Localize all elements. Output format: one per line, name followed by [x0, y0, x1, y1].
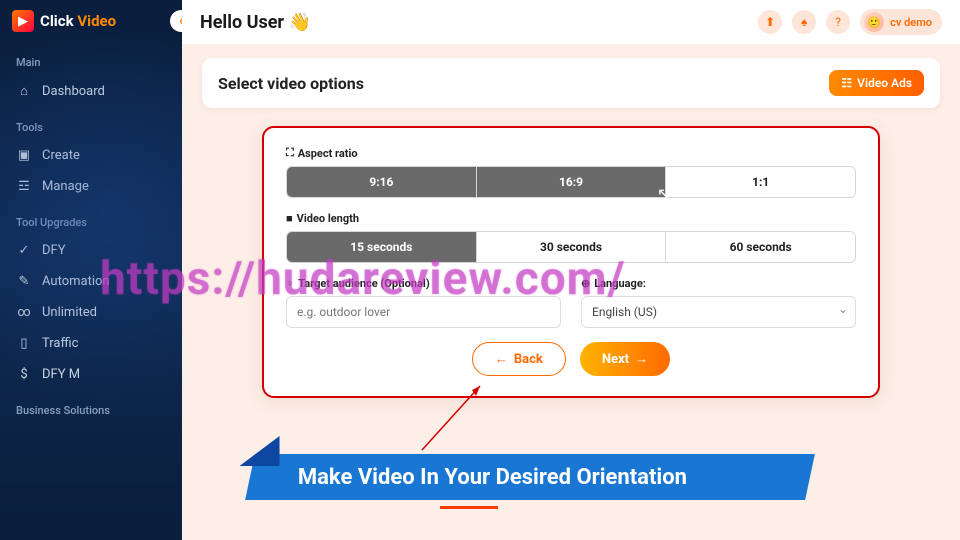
callout-text: Make Video In Your Desired Orientation: [250, 465, 687, 490]
aspect-ratio-segment: 9:16 16:9 1:1: [286, 166, 856, 198]
sidebar: ▶ Click Video ‹ Main ⌂ Dashboard Tools ▣…: [0, 0, 182, 540]
audience-input[interactable]: [286, 296, 561, 328]
next-button[interactable]: Next →: [580, 342, 670, 376]
camera-icon: ▣: [16, 148, 32, 163]
logo-text: Click Video: [40, 12, 116, 30]
sidebar-item-label: Manage: [42, 179, 89, 194]
page-title-row: Select video options ☷ Video Ads: [202, 58, 940, 108]
aspect-9-16[interactable]: 9:16: [287, 167, 477, 197]
infinity-icon: ∞: [16, 305, 32, 320]
audience-label: ♀ Target audience (Optional): [286, 277, 561, 290]
traffic-icon: ▯: [16, 336, 32, 351]
video-length-segment: 15 seconds 30 seconds 60 seconds: [286, 231, 856, 263]
aspect-1-1[interactable]: 1:1: [666, 167, 855, 197]
length-30[interactable]: 30 seconds: [477, 232, 667, 262]
language-label: ⊕ Language:: [581, 277, 856, 290]
arrow-up-icon: ⬆: [765, 15, 775, 29]
user-name: cv demo: [890, 16, 932, 29]
sidebar-item-automation[interactable]: ✎ Automation: [0, 266, 182, 297]
sidebar-item-unlimited[interactable]: ∞ Unlimited: [0, 297, 182, 328]
help-button[interactable]: ?: [826, 10, 850, 34]
globe-icon: ⊕: [581, 277, 590, 290]
topbar: Hello User 👋 ⬆ ♠ ? 🙂 cv demo: [182, 0, 960, 44]
list-icon: ☲: [16, 179, 32, 194]
badge-label: Video Ads: [857, 76, 912, 90]
arrow-left-icon: ←: [495, 351, 508, 367]
sidebar-item-traffic[interactable]: ▯ Traffic: [0, 328, 182, 359]
gift-button[interactable]: ♠: [792, 10, 816, 34]
sidebar-item-label: Create: [42, 148, 80, 163]
logo-mark-icon: ▶: [12, 10, 34, 32]
list-icon: ☷: [841, 76, 852, 90]
home-icon: ⌂: [16, 83, 32, 99]
sidebar-item-manage[interactable]: ☲ Manage: [0, 171, 182, 202]
check-icon: ✓: [16, 243, 32, 258]
main: Hello User 👋 ⬆ ♠ ? 🙂 cv demo Select vide…: [182, 0, 960, 540]
sidebar-item-dashboard[interactable]: ⌂ Dashboard: [0, 75, 182, 107]
logo: ▶ Click Video ‹: [0, 0, 182, 42]
expand-icon: ⛶: [286, 146, 294, 160]
options-panel: ⛶ Aspect ratio 9:16 16:9 1:1 ■ Video len…: [262, 126, 880, 398]
gift-icon: ♠: [801, 15, 807, 29]
length-15[interactable]: 15 seconds: [287, 232, 477, 262]
greeting: Hello User 👋: [200, 12, 311, 33]
user-menu[interactable]: 🙂 cv demo: [860, 9, 942, 35]
sidebar-item-create[interactable]: ▣ Create: [0, 140, 182, 171]
dollar-icon: $: [16, 367, 32, 382]
back-button[interactable]: ← Back: [472, 342, 566, 376]
sidebar-section-main: Main: [0, 42, 182, 75]
sidebar-item-label: Traffic: [42, 336, 78, 351]
sidebar-section-tools: Tools: [0, 107, 182, 140]
video-length-label: ■ Video length: [286, 212, 856, 225]
avatar: 🙂: [864, 12, 884, 32]
sidebar-item-label: DFY M: [42, 367, 80, 382]
aspect-ratio-label: ⛶ Aspect ratio: [286, 146, 856, 160]
sidebar-item-label: Unlimited: [42, 305, 97, 320]
callout: Make Video In Your Desired Orientation: [250, 436, 900, 516]
question-icon: ?: [835, 15, 841, 29]
language-select[interactable]: [581, 296, 856, 328]
sidebar-collapse-button[interactable]: ‹: [170, 10, 182, 32]
sidebar-item-label: Dashboard: [42, 84, 105, 99]
pencil-icon: ✎: [16, 274, 32, 289]
sidebar-item-dfy-m[interactable]: $ DFY M: [0, 359, 182, 390]
page-title: Select video options: [218, 74, 364, 93]
aspect-16-9[interactable]: 16:9: [477, 167, 667, 197]
arrow-right-icon: →: [635, 351, 648, 367]
length-60[interactable]: 60 seconds: [666, 232, 855, 262]
sidebar-section-business: Business Solutions: [0, 390, 182, 423]
video-icon: ■: [286, 212, 293, 225]
person-icon: ♀: [286, 277, 294, 290]
upload-button[interactable]: ⬆: [758, 10, 782, 34]
sidebar-item-dfy[interactable]: ✓ DFY: [0, 235, 182, 266]
sidebar-item-label: Automation: [42, 274, 110, 289]
sidebar-section-upgrades: Tool Upgrades: [0, 202, 182, 235]
video-ads-badge[interactable]: ☷ Video Ads: [829, 70, 924, 96]
sidebar-item-label: DFY: [42, 243, 66, 258]
